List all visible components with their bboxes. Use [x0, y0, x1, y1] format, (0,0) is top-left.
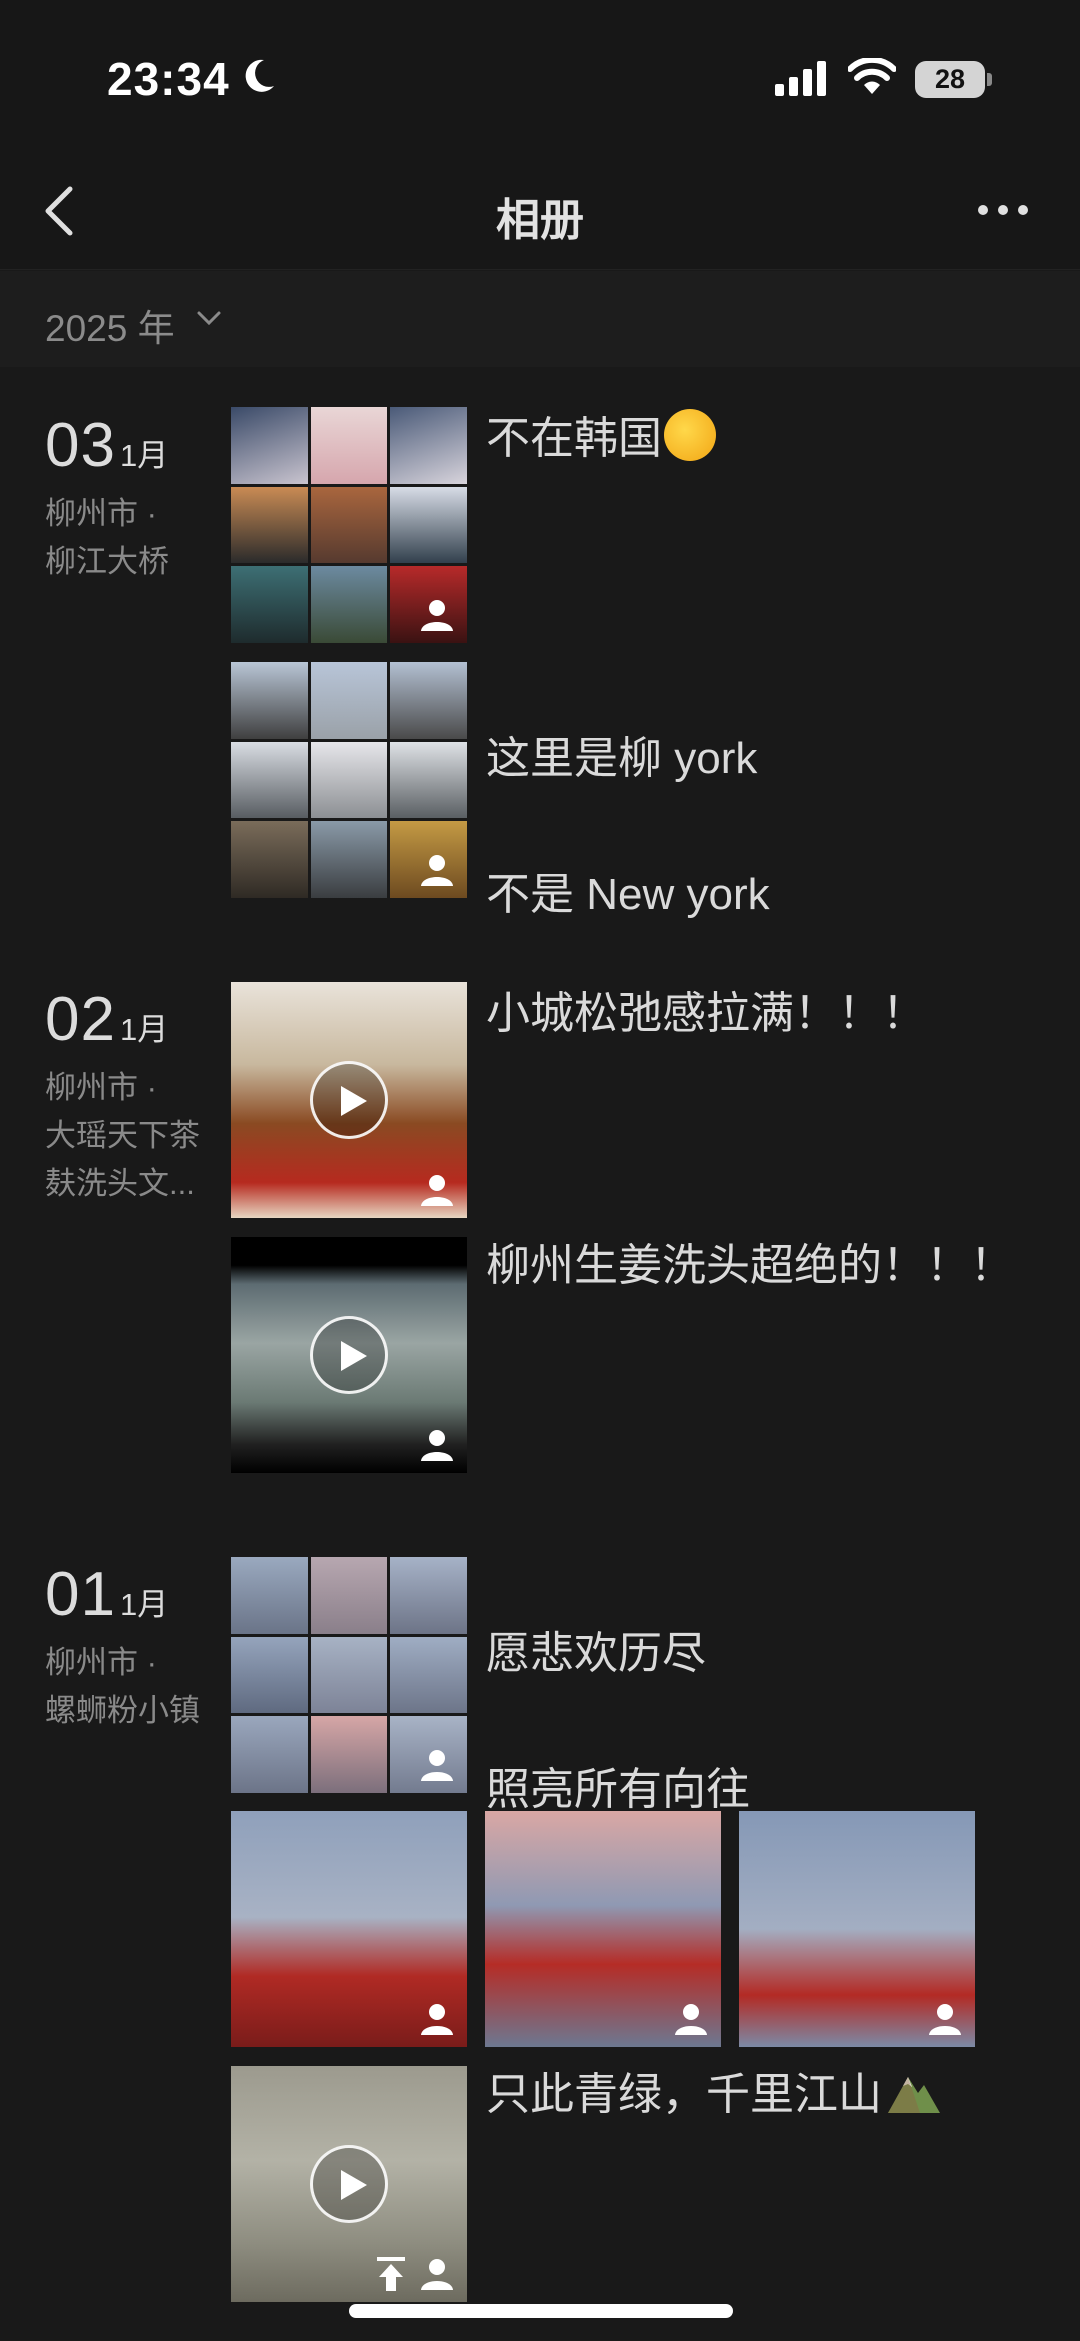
- more-dots-icon[interactable]: [975, 198, 1031, 222]
- post-caption-line: 不是 New york: [486, 870, 770, 919]
- person-icon: [421, 2259, 453, 2290]
- pin-top-icon: [377, 2257, 405, 2291]
- date-day: 03: [45, 411, 116, 480]
- play-icon: [341, 1341, 367, 1371]
- post-caption[interactable]: 这里是柳 york 不是 New york: [486, 657, 1046, 997]
- battery-tip: [987, 73, 992, 86]
- post-caption[interactable]: 不在韩国: [486, 405, 1046, 473]
- date-day: 01: [45, 1560, 116, 1629]
- post-video-thumbnail[interactable]: [231, 1237, 467, 1473]
- post-caption[interactable]: 小城松弛感拉满！！！: [486, 980, 1046, 1048]
- play-button[interactable]: [310, 1061, 388, 1139]
- home-indicator[interactable]: [349, 2304, 733, 2318]
- status-bar: 23:34 28: [0, 0, 1080, 150]
- wifi-icon: [848, 58, 896, 94]
- post-caption-line: 愿悲欢历尽: [486, 1629, 706, 1678]
- person-icon: [421, 600, 453, 631]
- year-filter[interactable]: 2025 年: [0, 271, 1080, 367]
- person-icon: [675, 2004, 707, 2035]
- date-month: 1月: [119, 438, 169, 473]
- location-label[interactable]: 柳州市 · 大瑶天下茶 麸洗头文...: [45, 1064, 225, 1208]
- post-caption-text: 只此青绿，千里江山: [486, 2070, 882, 2119]
- nav-bar: 相册: [0, 150, 1080, 270]
- thinking-face-emoji: [664, 409, 716, 461]
- person-icon: [421, 855, 453, 886]
- post-caption[interactable]: 只此青绿，千里江山: [486, 2061, 1046, 2129]
- battery-icon: 28: [915, 61, 985, 98]
- status-time: 23:34: [107, 53, 230, 105]
- date-label: 02 1月: [45, 984, 168, 1055]
- date-label: 01 1月: [45, 1559, 168, 1630]
- play-button[interactable]: [310, 1316, 388, 1394]
- location-line: 麸洗头文...: [45, 1166, 195, 1201]
- chevron-down-icon[interactable]: [196, 309, 222, 327]
- post-photo-thumbnail[interactable]: [231, 1811, 467, 2047]
- location-line: 大瑶天下茶: [45, 1118, 200, 1153]
- post-video-thumbnail[interactable]: [231, 982, 467, 1218]
- location-line: 柳州市 ·: [45, 496, 157, 531]
- date-day: 02: [45, 985, 116, 1054]
- person-icon: [929, 2004, 961, 2035]
- date-month: 1月: [119, 1012, 169, 1047]
- post-photo-thumbnail[interactable]: [485, 1811, 721, 2047]
- location-line: 螺蛳粉小镇: [45, 1693, 200, 1728]
- location-line: 柳州市 ·: [45, 1645, 157, 1680]
- post-thumbnail-grid[interactable]: [231, 407, 467, 643]
- play-icon: [341, 1086, 367, 1116]
- cellular-signal-icon: [775, 61, 826, 96]
- page-title: 相册: [496, 196, 584, 245]
- post-thumbnail-grid[interactable]: [231, 1557, 467, 1793]
- post-video-thumbnail[interactable]: [231, 2066, 467, 2302]
- location-line: 柳江大桥: [45, 544, 169, 579]
- date-label: 03 1月: [45, 410, 168, 481]
- moon-icon: [245, 59, 274, 92]
- post-caption-text: 不在韩国: [486, 414, 662, 463]
- person-icon: [421, 1750, 453, 1781]
- person-icon: [421, 1430, 453, 1461]
- mountain-emoji: [888, 2077, 940, 2113]
- location-label[interactable]: 柳州市 · 柳江大桥: [45, 490, 225, 586]
- location-line: 柳州市 ·: [45, 1070, 157, 1105]
- play-button[interactable]: [310, 2145, 388, 2223]
- post-thumbnail-grid[interactable]: [231, 662, 467, 898]
- person-icon: [421, 1175, 453, 1206]
- person-icon: [421, 2004, 453, 2035]
- year-label[interactable]: 2025 年: [45, 298, 175, 352]
- play-icon: [341, 2170, 367, 2200]
- location-label[interactable]: 柳州市 · 螺蛳粉小镇: [45, 1639, 225, 1735]
- post-caption-line: 这里是柳 york: [486, 734, 758, 783]
- post-caption[interactable]: 柳州生姜洗头超绝的！！！: [486, 1232, 1046, 1300]
- post-photo-thumbnail[interactable]: [739, 1811, 975, 2047]
- date-month: 1月: [119, 1587, 169, 1622]
